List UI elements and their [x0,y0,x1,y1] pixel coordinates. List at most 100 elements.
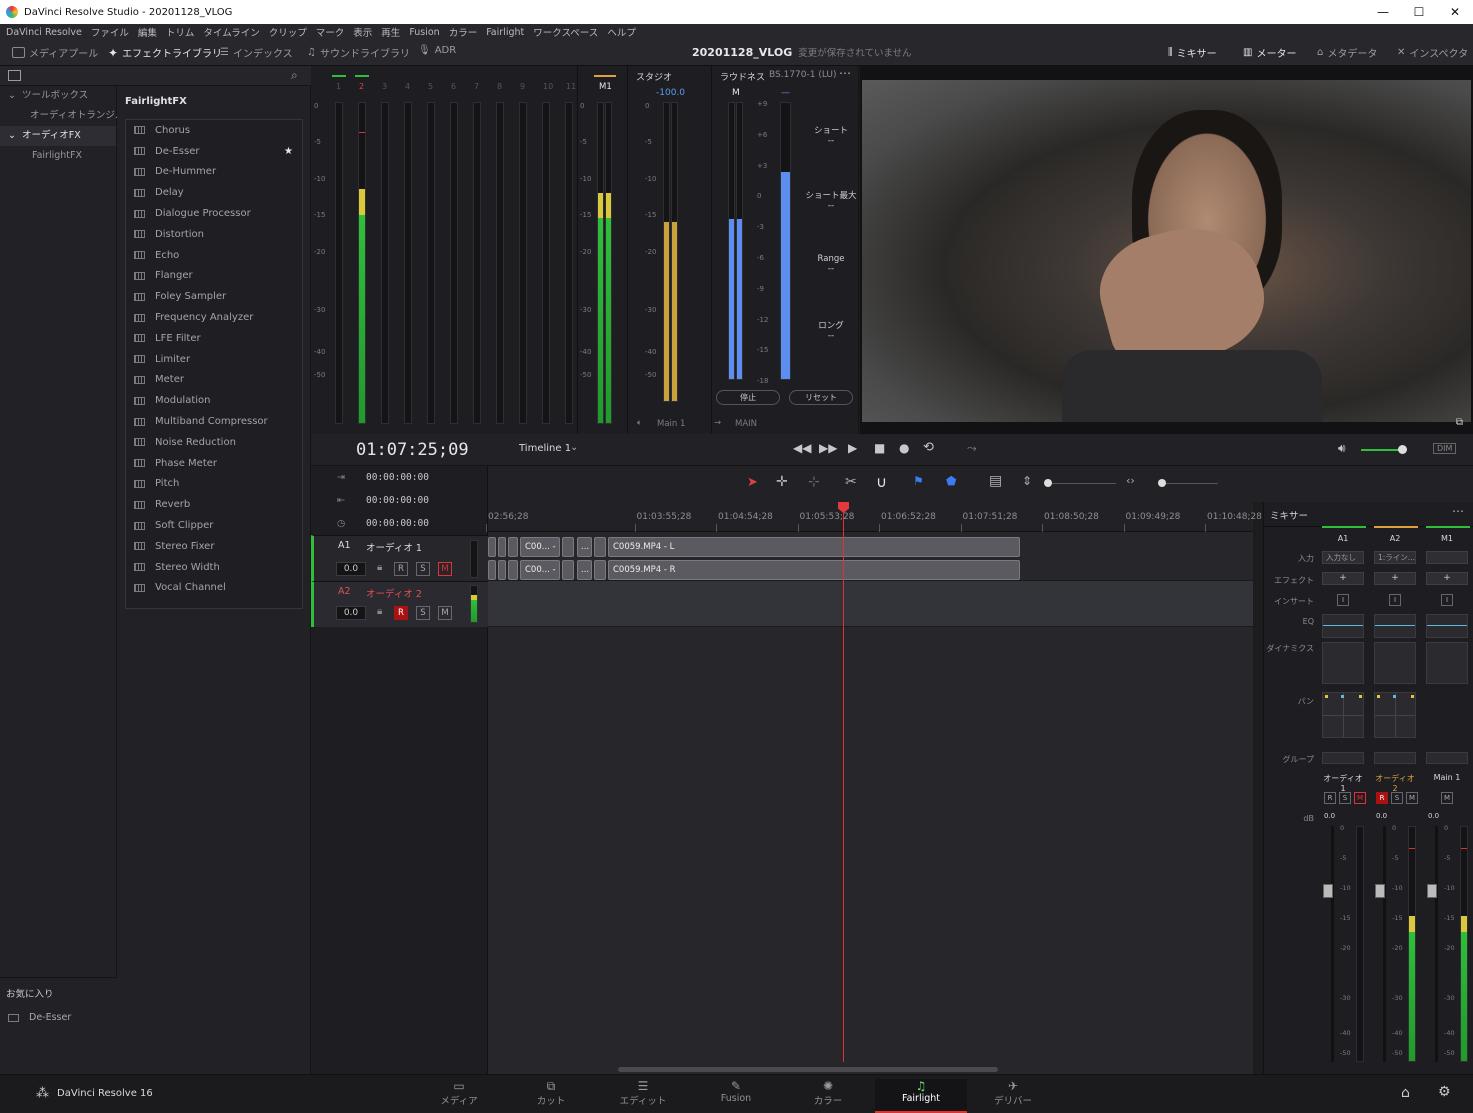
strip-name[interactable]: オーディオ 1 [1320,773,1366,793]
page-deliver[interactable]: ✈ デリバー [967,1079,1059,1107]
loudness-reset-button[interactable]: リセット [789,390,853,405]
meters-toggle-button[interactable]: ▥ メーター [1243,45,1296,60]
tree-fairlight-fx[interactable]: FairlightFX [0,146,116,166]
fx-item[interactable]: De-Hummer [126,162,302,183]
strip-dynamics-graph[interactable] [1374,642,1416,684]
fx-item[interactable]: Frequency Analyzer [126,307,302,328]
fader-handle[interactable] [1375,884,1385,898]
fx-item[interactable]: Stereo Fixer [126,536,302,557]
razor-icon[interactable]: ✂ [845,474,857,490]
track-volume[interactable]: 0.0 [336,562,366,576]
clip-fragment[interactable] [498,537,506,557]
timeline[interactable]: 02:56;28 01:03:55;28 01:04:54;28 01:05:53;2… [486,502,1338,1074]
mute-button[interactable]: M [438,606,452,620]
record-arm-button[interactable]: R [394,562,408,576]
fx-item[interactable]: Multiband Compressor [126,411,302,432]
strip-r-button[interactable]: R [1376,792,1388,804]
track-name[interactable]: オーディオ 1 [366,540,422,554]
range-select-icon[interactable]: ✛ [776,474,788,490]
strip-s-button[interactable]: S [1391,792,1403,804]
strip-eq-graph[interactable] [1322,614,1364,638]
clip-fragment[interactable] [498,560,506,580]
menu-trim[interactable]: トリム [166,25,195,39]
strip-pan-control[interactable] [1322,692,1364,738]
volume-icon[interactable]: 🔊︎ [1338,441,1346,456]
loudness-options-icon[interactable]: ⋯ [839,66,851,80]
tree-toolbox[interactable]: ⌄ ツールボックス [0,86,116,106]
sound-library-button[interactable]: ♫ サウンドライブラリ [307,45,410,60]
track-name[interactable]: オーディオ 2 [366,586,422,600]
loudness-standard[interactable]: BS.1770-1 (LU) [769,70,837,80]
strip-name[interactable]: オーディオ 2 [1372,773,1418,793]
fx-item[interactable]: Chorus [126,120,302,141]
strip-dynamics-graph[interactable] [1426,642,1468,684]
strip-effects-add[interactable]: + [1426,572,1468,585]
menu-playback[interactable]: 再生 [381,25,400,39]
dim-button[interactable]: DIM [1433,443,1457,454]
menu-fusion[interactable]: Fusion [409,27,439,38]
maximize-button[interactable]: ☐ [1401,0,1437,24]
panel-toggle-icon[interactable] [8,70,21,81]
tree-audio-transitions[interactable]: オーディオトランジ... [0,106,124,126]
fx-item[interactable]: LFE Filter [126,328,302,349]
fx-item[interactable]: De-Esser ★ [126,141,302,162]
page-fusion[interactable]: ✎ Fusion [690,1079,782,1104]
track-volume[interactable]: 0.0 [336,606,366,620]
clip-ellipsis[interactable]: ... [577,560,592,580]
clip-fragment[interactable] [488,560,496,580]
minimize-button[interactable]: — [1365,0,1401,24]
fx-item[interactable]: Pitch [126,474,302,495]
close-button[interactable]: ✕ [1437,0,1473,24]
menu-color[interactable]: カラー [449,25,478,39]
fx-item[interactable]: Foley Sampler [126,286,302,307]
strip-group-field[interactable] [1426,752,1468,764]
zoom-slider-v[interactable] [1046,483,1116,484]
rewind-icon[interactable]: ◀◀ [793,441,811,455]
solo-button[interactable]: S [416,606,430,620]
snap-magnet-icon[interactable]: ∪ [876,473,887,491]
strip-eq-graph[interactable] [1374,614,1416,638]
lock-icon[interactable]: 🔒︎ [377,606,382,617]
fast-forward-icon[interactable]: ▶▶ [819,441,837,455]
index-button[interactable]: ☰ インデックス [220,45,293,60]
track-height-icon[interactable]: ⇕ [1022,474,1032,488]
timeline-ruler[interactable]: 02:56;28 01:03:55;28 01:04:54;28 01:05:53;2… [486,502,1338,532]
clip-a1-main[interactable]: C0059.MP4 - L [608,537,1020,557]
fx-item[interactable]: Noise Reduction [126,432,302,453]
fx-item[interactable]: Flanger [126,266,302,287]
mixer-options-icon[interactable]: ⋯ [1452,504,1464,518]
zoom-handle-h[interactable] [1158,479,1166,487]
main-bus-label[interactable]: MAIN [735,419,757,429]
page-fairlight[interactable]: ♫ Fairlight [875,1079,967,1113]
fx-item[interactable]: Modulation [126,390,302,411]
inspector-button[interactable]: ✕ インスペクタ [1397,45,1468,60]
menu-workspace[interactable]: ワークスペース [533,25,598,39]
viewer-mode-icon[interactable]: ⧉ [1456,417,1463,428]
metadata-button[interactable]: ⌂ メタデータ [1317,45,1377,60]
strip-group-field[interactable] [1374,752,1416,764]
lock-icon[interactable]: 🔒︎ [377,562,382,573]
solo-button[interactable]: S [416,562,430,576]
fx-item[interactable]: Meter [126,370,302,391]
clip-fragment[interactable] [508,560,518,580]
tree-audio-fx[interactable]: ⌄ オーディオFX [0,126,116,146]
loudness-stop-button[interactable]: 停止 [716,390,780,405]
menu-file[interactable]: ファイル [91,25,129,39]
fx-item[interactable]: Echo [126,245,302,266]
loop-icon[interactable]: ⟲ [923,440,934,455]
mute-button[interactable]: M [438,562,452,576]
fader-handle[interactable] [1427,884,1437,898]
record-arm-button[interactable]: R [394,606,408,620]
main-out-label[interactable]: Main 1 [657,419,685,429]
flag-icon[interactable]: ⚑ [913,474,924,488]
fx-item[interactable]: Limiter [126,349,302,370]
settings-gear-icon[interactable]: ⚙ [1438,1084,1451,1100]
clip-a2-main[interactable]: C0059.MP4 - R [608,560,1020,580]
menu-edit[interactable]: 編集 [138,25,157,39]
speaker-icon[interactable]: 🔈︎ [637,418,642,428]
strip-input-select[interactable] [1426,551,1468,564]
menu-clip[interactable]: クリップ [269,25,307,39]
menu-view[interactable]: 表示 [353,25,372,39]
timeline-selector[interactable]: Timeline 1 [519,443,571,454]
strip-s-button[interactable]: S [1339,792,1351,804]
